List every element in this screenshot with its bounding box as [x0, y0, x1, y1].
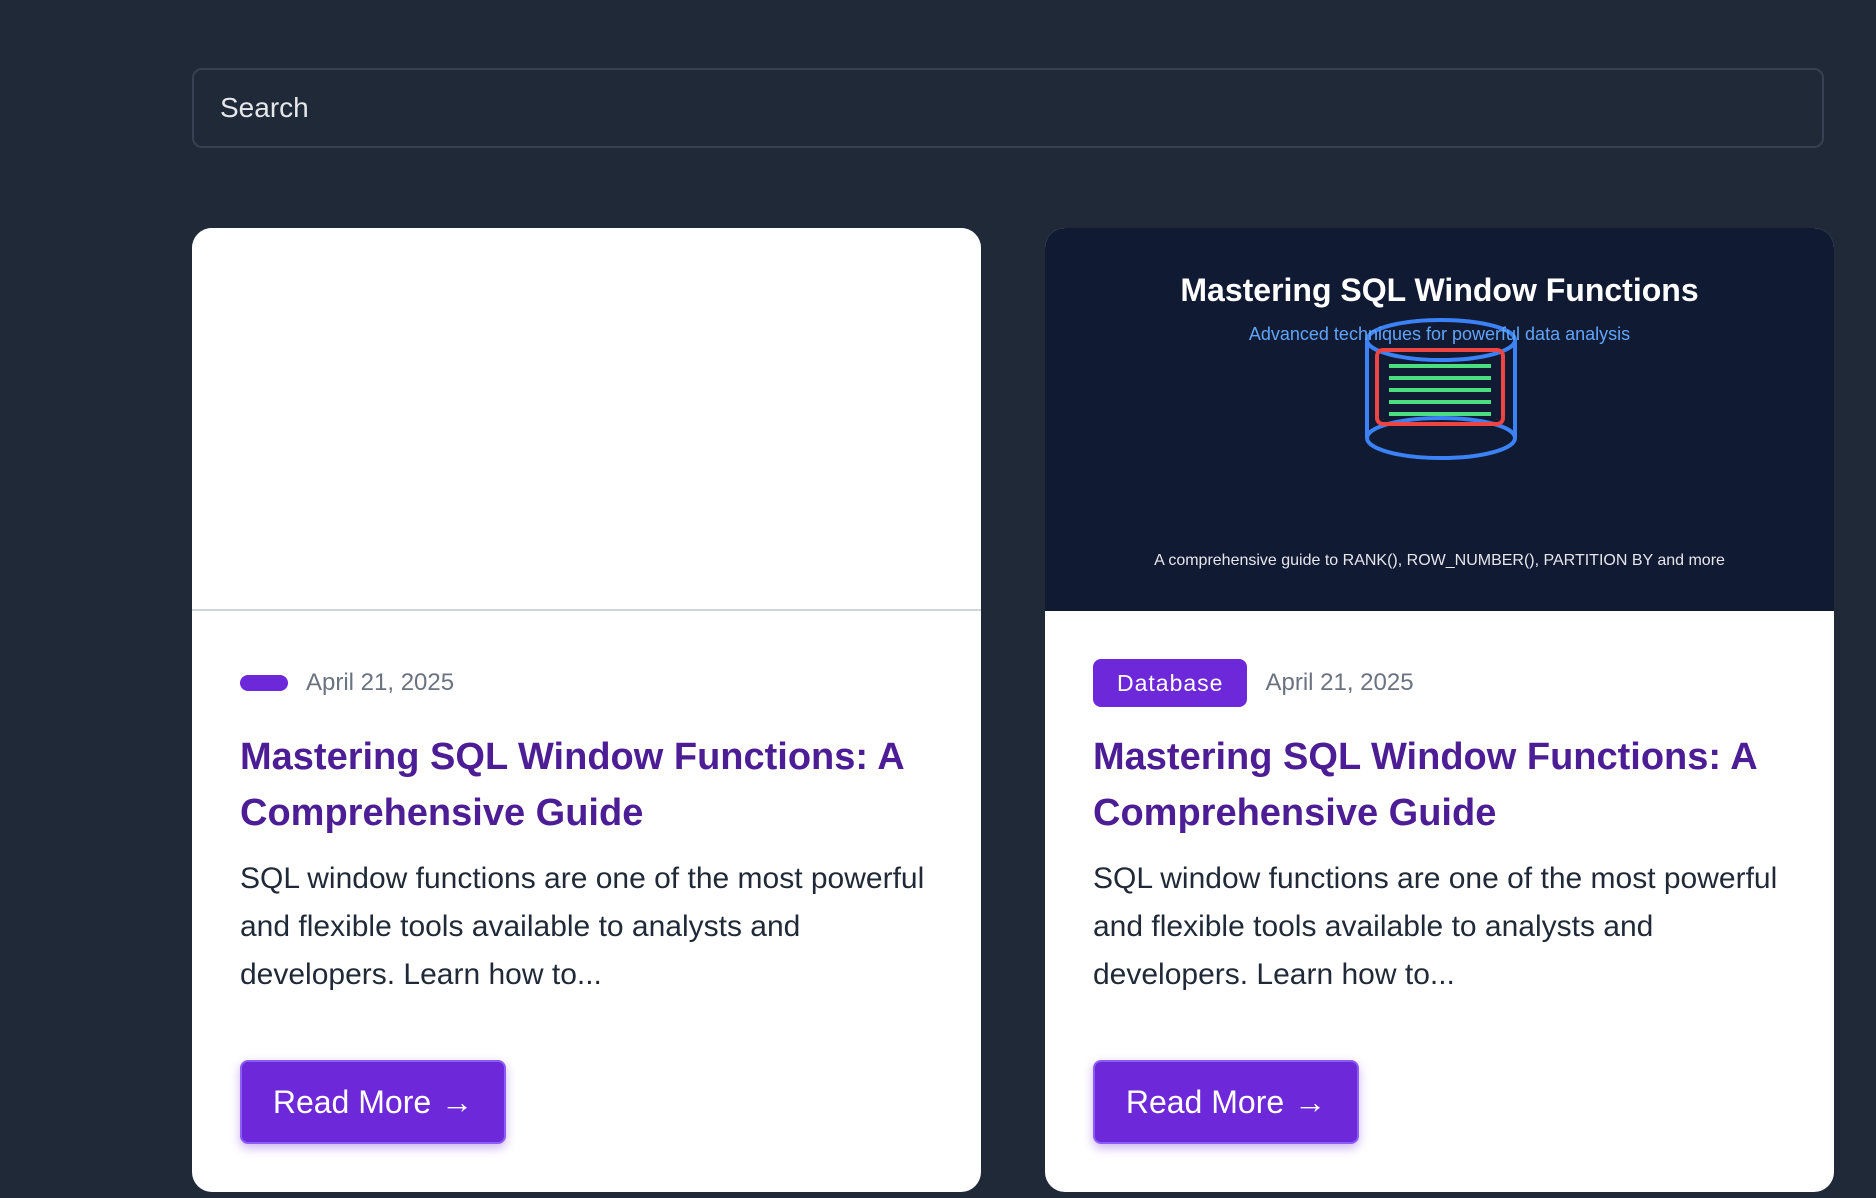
post-thumbnail: Mastering SQL Window Functions Advanced … — [1045, 228, 1834, 611]
thumbnail-title: Mastering SQL Window Functions — [1180, 272, 1699, 308]
read-more-label: Read More — [272, 1083, 432, 1120]
arrow-right-icon: → — [441, 1083, 474, 1120]
thumbnail-subtitle: Advanced techniques for powerful data an… — [1248, 324, 1631, 344]
thumbnail-caption: A comprehensive guide to RANK(), ROW_NUM… — [1154, 552, 1725, 569]
read-more-button[interactable]: Read More → — [240, 1060, 506, 1144]
arrow-right-icon: → — [1294, 1083, 1327, 1120]
post-card: Mastering SQL Window Functions Advanced … — [1045, 228, 1834, 1192]
search-input[interactable] — [220, 70, 1822, 146]
read-more-label: Read More — [1125, 1083, 1285, 1120]
post-excerpt: SQL window functions are one of the most… — [1093, 862, 1778, 991]
post-title[interactable]: Mastering SQL Window Functions: A Compre… — [1093, 729, 1786, 841]
search-bar[interactable] — [192, 68, 1824, 148]
post-date: April 21, 2025 — [306, 669, 455, 696]
post-thumbnail — [192, 228, 981, 611]
post-title[interactable]: Mastering SQL Window Functions: A Compre… — [240, 729, 933, 841]
category-badge[interactable] — [240, 675, 288, 691]
post-card: April 21, 2025 Mastering SQL Window Func… — [192, 228, 981, 1192]
post-date: April 21, 2025 — [1265, 669, 1414, 696]
post-excerpt: SQL window functions are one of the most… — [240, 862, 925, 991]
category-badge[interactable]: Database — [1093, 659, 1248, 707]
read-more-button[interactable]: Read More → — [1093, 1060, 1359, 1144]
